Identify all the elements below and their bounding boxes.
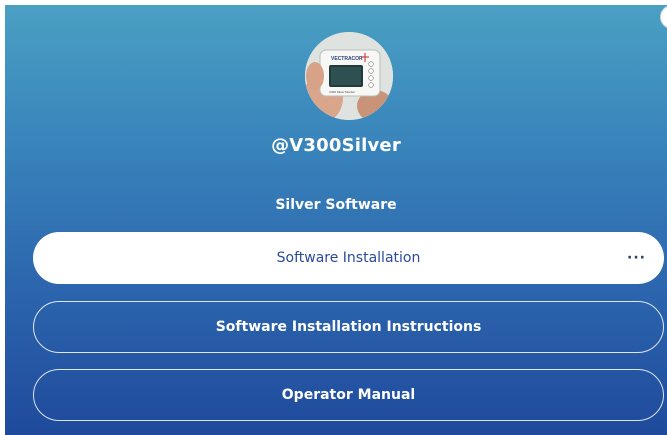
- software-installation-instructions-link[interactable]: Software Installation Instructions: [33, 301, 664, 353]
- avatar-brand-text: VECTRACOR: [331, 56, 363, 62]
- profile-handle: @V300Silver: [271, 135, 401, 156]
- software-installation-link[interactable]: Software Installation ···: [33, 232, 664, 284]
- avatar-caption-text: V300 Silver Monitor: [329, 90, 355, 94]
- link-label: Software Installation: [276, 250, 421, 266]
- operator-manual-link[interactable]: Operator Manual: [33, 369, 664, 421]
- device-photo: VECTRACOR V300 Silver Monitor: [305, 32, 393, 120]
- avatar: VECTRACOR V300 Silver Monitor: [305, 32, 393, 120]
- link-label: Operator Manual: [281, 387, 416, 403]
- section-title: Silver Software: [275, 197, 397, 213]
- corner-button[interactable]: [660, 5, 667, 29]
- more-options-icon[interactable]: ···: [627, 250, 646, 266]
- link-label: Software Installation Instructions: [215, 319, 482, 335]
- linktree-page: VECTRACOR V300 Silver Monitor @V300Silve…: [5, 5, 667, 435]
